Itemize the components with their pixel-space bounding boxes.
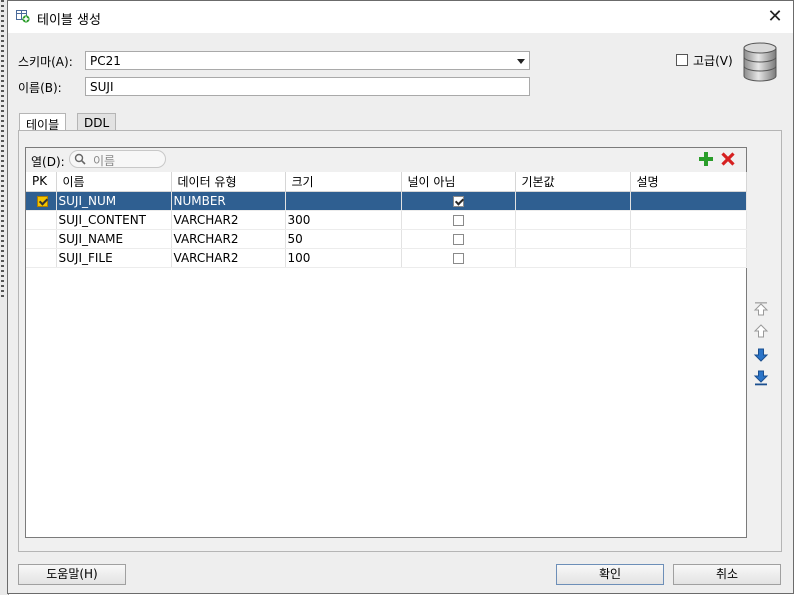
name-cell[interactable]: SUJI_NUM bbox=[56, 191, 172, 211]
not-null-checkbox[interactable] bbox=[452, 252, 464, 264]
header-pk[interactable]: PK bbox=[26, 172, 57, 192]
chevron-down-icon bbox=[517, 59, 525, 64]
size-cell[interactable]: 300 bbox=[285, 210, 402, 230]
comment-cell[interactable] bbox=[630, 210, 747, 230]
search-icon bbox=[74, 153, 86, 165]
create-table-dialog: 테이블 생성 ✕ 스키마(A): PC21 이름(B): SUJI 고급(V) … bbox=[7, 0, 794, 594]
not-null-cell[interactable] bbox=[401, 191, 516, 211]
size-cell[interactable]: 100 bbox=[285, 248, 402, 268]
columns-panel: 열(D): 이름 PK 이름 데이터 유형 크기 널이 아님 기본값 설명 SU… bbox=[25, 147, 747, 538]
columns-header-row: PK 이름 데이터 유형 크기 널이 아님 기본값 설명 bbox=[26, 172, 747, 192]
move-down-icon[interactable] bbox=[753, 347, 769, 363]
header-data-type[interactable]: 데이터 유형 bbox=[171, 172, 286, 192]
pk-cell[interactable] bbox=[26, 229, 57, 249]
comment-cell[interactable] bbox=[630, 248, 747, 268]
columns-label: 열(D): bbox=[31, 155, 65, 169]
pk-cell[interactable] bbox=[26, 248, 57, 268]
dialog-title: 테이블 생성 bbox=[37, 13, 101, 28]
column-filter-bar: 열(D): 이름 bbox=[26, 148, 746, 172]
table-row[interactable]: SUJI_FILE VARCHAR2 100 bbox=[26, 248, 747, 268]
move-bottom-icon[interactable] bbox=[753, 370, 769, 386]
data-type-cell[interactable]: VARCHAR2 bbox=[171, 229, 286, 249]
data-type-cell[interactable]: VARCHAR2 bbox=[171, 210, 286, 230]
columns-table: PK 이름 데이터 유형 크기 널이 아님 기본값 설명 SUJI_NUM NUM… bbox=[26, 172, 747, 268]
table-row[interactable]: SUJI_NUM NUMBER bbox=[26, 191, 747, 211]
pk-cell[interactable] bbox=[26, 210, 57, 230]
cancel-button[interactable]: 취소 bbox=[673, 564, 781, 585]
name-cell[interactable]: SUJI_FILE bbox=[56, 248, 172, 268]
schema-value: PC21 bbox=[90, 54, 121, 68]
data-type-cell[interactable]: VARCHAR2 bbox=[171, 248, 286, 268]
advanced-checkbox[interactable] bbox=[676, 54, 688, 66]
table-row[interactable]: SUJI_CONTENT VARCHAR2 300 bbox=[26, 210, 747, 230]
comment-cell[interactable] bbox=[630, 191, 747, 211]
header-size[interactable]: 크기 bbox=[285, 172, 402, 192]
move-top-icon[interactable] bbox=[753, 301, 769, 317]
default-cell[interactable] bbox=[515, 248, 631, 268]
database-icon bbox=[743, 42, 777, 82]
header-not-null[interactable]: 널이 아님 bbox=[401, 172, 516, 192]
header-name[interactable]: 이름 bbox=[56, 172, 172, 192]
not-null-checkbox[interactable] bbox=[452, 214, 464, 226]
schema-label: 스키마(A): bbox=[18, 55, 73, 69]
column-search-input[interactable]: 이름 bbox=[69, 150, 166, 168]
tab-ddl[interactable]: DDL bbox=[77, 113, 117, 131]
not-null-cell[interactable] bbox=[401, 210, 516, 230]
default-cell[interactable] bbox=[515, 210, 631, 230]
title-bar: 테이블 생성 ✕ bbox=[8, 1, 793, 33]
size-cell[interactable]: 50 bbox=[285, 229, 402, 249]
help-button[interactable]: 도움말(H) bbox=[18, 564, 126, 585]
plus-icon[interactable] bbox=[698, 151, 714, 167]
pk-checkbox[interactable] bbox=[37, 195, 48, 207]
size-cell[interactable] bbox=[285, 191, 402, 211]
data-type-cell[interactable]: NUMBER bbox=[171, 191, 286, 211]
close-icon[interactable]: ✕ bbox=[765, 7, 785, 27]
pk-cell[interactable] bbox=[26, 191, 57, 211]
ok-button[interactable]: 확인 bbox=[556, 564, 664, 585]
comment-cell[interactable] bbox=[630, 229, 747, 249]
schema-dropdown[interactable]: PC21 bbox=[85, 51, 530, 70]
table-row[interactable]: SUJI_NAME VARCHAR2 50 bbox=[26, 229, 747, 249]
advanced-label[interactable]: 고급(V) bbox=[693, 52, 733, 69]
header-comment[interactable]: 설명 bbox=[630, 172, 747, 192]
name-label: 이름(B): bbox=[18, 81, 62, 95]
default-cell[interactable] bbox=[515, 191, 631, 211]
header-default[interactable]: 기본값 bbox=[515, 172, 631, 192]
not-null-cell[interactable] bbox=[401, 248, 516, 268]
table-name-input[interactable]: SUJI bbox=[85, 77, 530, 96]
not-null-cell[interactable] bbox=[401, 229, 516, 249]
name-cell[interactable]: SUJI_CONTENT bbox=[56, 210, 172, 230]
delete-icon[interactable] bbox=[720, 151, 736, 167]
default-cell[interactable] bbox=[515, 229, 631, 249]
table-add-icon bbox=[16, 10, 30, 23]
name-cell[interactable]: SUJI_NAME bbox=[56, 229, 172, 249]
not-null-checkbox[interactable] bbox=[452, 195, 464, 207]
not-null-checkbox[interactable] bbox=[452, 233, 464, 245]
table-name-value: SUJI bbox=[90, 80, 114, 94]
search-placeholder: 이름 bbox=[93, 154, 116, 168]
move-up-icon[interactable] bbox=[753, 323, 769, 339]
